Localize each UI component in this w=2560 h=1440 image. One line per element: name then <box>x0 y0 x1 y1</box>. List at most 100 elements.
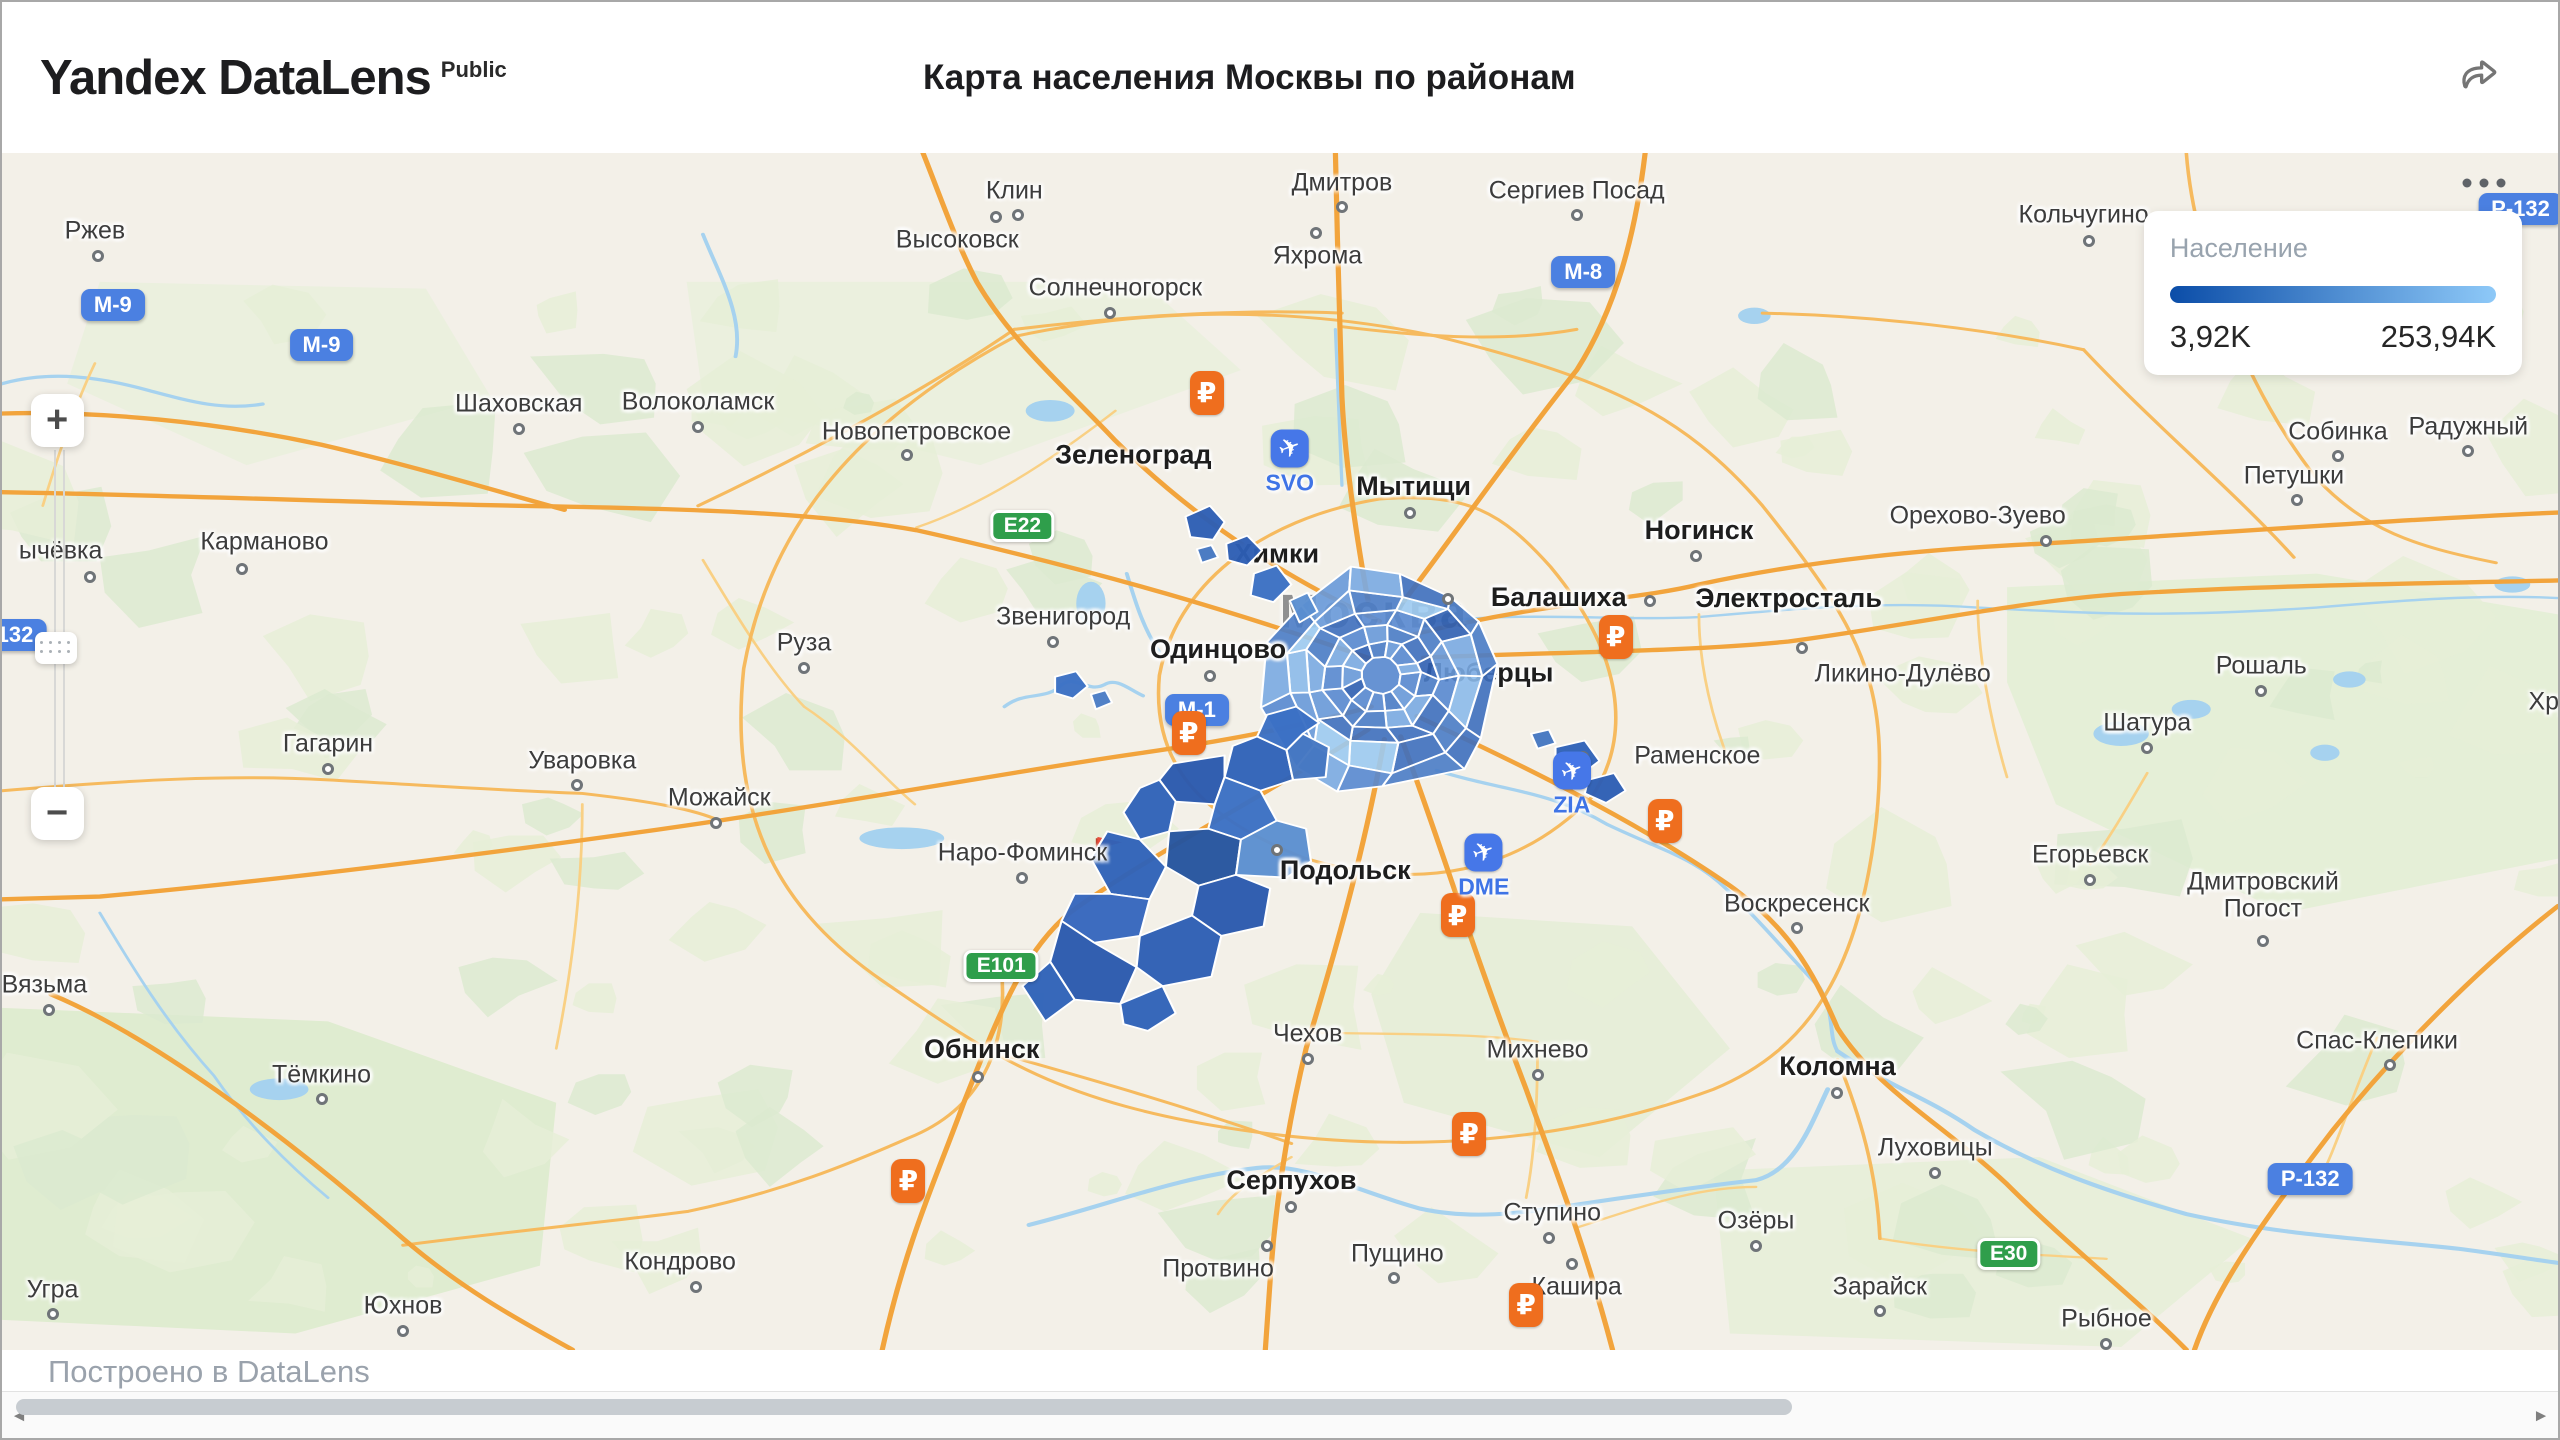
city-label: Луховицы <box>1878 1134 1993 1162</box>
toll-road-icon: ₽ <box>1190 371 1224 415</box>
city-label: Дмитров <box>1292 169 1393 197</box>
city-label: Воскресенск <box>1724 890 1869 918</box>
road-sign-blue: М-8 <box>1551 256 1615 288</box>
district-polygon[interactable] <box>1531 730 1555 749</box>
city-label: Сергиев Посад <box>1489 177 1665 205</box>
built-in-datalens-label: Построено в DataLens <box>48 1354 370 1390</box>
plane-icon: ✈ <box>1553 752 1591 790</box>
city-label: Мытищи <box>1356 472 1471 502</box>
city-dot <box>972 1071 984 1083</box>
city-dot <box>1566 1258 1578 1270</box>
city-dot <box>1796 642 1808 654</box>
legend-card: Население 3,92K 253,94K <box>2144 211 2522 375</box>
city-dot <box>1690 550 1702 562</box>
zoom-out-button[interactable]: − <box>31 787 84 840</box>
district-polygon[interactable] <box>1364 625 1387 645</box>
city-dot <box>2141 742 2153 754</box>
district-polygon[interactable] <box>1251 566 1292 603</box>
city-dot <box>1016 872 1028 884</box>
city-label: Серпухов <box>1226 1166 1356 1196</box>
city-label: Звенигород <box>996 604 1130 632</box>
toll-road-icon: ₽ <box>1509 1283 1543 1327</box>
city-label: Чехов <box>1273 1020 1342 1048</box>
city-dot <box>1644 595 1656 607</box>
road-sign-blue: М-9 <box>290 329 354 361</box>
city-label: Дмитровский Погост <box>2187 868 2339 923</box>
airport-SVO: ✈SVO <box>1265 429 1314 496</box>
city-dot <box>1302 1053 1314 1065</box>
city-dot <box>84 571 96 583</box>
city-label: Обнинск <box>924 1036 1039 1066</box>
city-label: Карманово <box>200 529 328 557</box>
zoom-in-button[interactable]: + <box>31 394 84 447</box>
district-polygon[interactable] <box>1585 773 1626 803</box>
legend-title: Население <box>2170 233 2496 264</box>
city-label: Тёмкино <box>272 1061 371 1089</box>
city-dot <box>1047 636 1059 648</box>
city-dot <box>710 817 722 829</box>
zoom-slider-track[interactable] <box>54 450 65 792</box>
city-label: Радужный <box>2409 413 2529 441</box>
city-dot <box>1874 1305 1886 1317</box>
city-label: Раменское <box>1634 742 1760 770</box>
share-button[interactable] <box>2451 50 2507 106</box>
app-header: Yandex DataLensPublic Карта населения Мо… <box>2 2 2558 153</box>
city-label: Высоковск <box>896 226 1019 254</box>
road-sign-green: Е101 <box>964 950 1039 982</box>
city-label: Шаховская <box>455 390 582 418</box>
map-options-menu-icon[interactable] <box>2462 178 2505 187</box>
district-polygon[interactable] <box>1185 506 1224 540</box>
city-label: Орехово-Зуево <box>1890 503 2066 531</box>
city-label: Хру <box>2528 688 2558 716</box>
city-dot <box>690 1281 702 1293</box>
city-label: Рыбное <box>2061 1305 2152 1333</box>
city-label: Ступино <box>1503 1200 1601 1228</box>
scroll-right-arrow[interactable]: ► <box>2526 1392 2556 1439</box>
city-label: Одинцово <box>1150 635 1286 665</box>
city-dot <box>692 421 704 433</box>
footer: Построено в DataLens <box>2 1350 2558 1392</box>
legend-max-value: 253,94K <box>2381 319 2497 355</box>
city-dot <box>513 423 525 435</box>
yandex-datalens-logo[interactable]: Yandex DataLensPublic <box>40 50 507 106</box>
city-dot <box>1791 922 1803 934</box>
city-dot <box>1831 1087 1843 1099</box>
city-label: Электросталь <box>1695 585 1882 615</box>
city-label: Ногинск <box>1645 516 1754 546</box>
city-dot <box>397 1325 409 1337</box>
city-dot <box>1442 593 1454 605</box>
district-polygon[interactable] <box>1226 536 1262 566</box>
city-label: Кашира <box>1532 1273 1622 1301</box>
city-label: Протвино <box>1162 1255 1274 1283</box>
airport-DME: ✈DME <box>1458 833 1509 900</box>
district-polygon[interactable] <box>1197 545 1218 563</box>
toll-road-icon: ₽ <box>891 1159 925 1203</box>
city-dot <box>236 563 248 575</box>
plane-icon: ✈ <box>1465 833 1503 871</box>
city-label: Подольск <box>1280 857 1411 887</box>
city-label: Ликино-Дулёво <box>1815 661 1991 689</box>
city-dot <box>1271 844 1283 856</box>
airport-code-label: SVO <box>1265 469 1314 496</box>
airport-code-label: DME <box>1458 873 1509 900</box>
city-dot <box>2332 450 2344 462</box>
city-label: Ржев <box>65 218 126 246</box>
district-polygon[interactable] <box>1137 916 1222 987</box>
city-dot <box>1285 1201 1297 1213</box>
city-label: Рошаль <box>2216 652 2307 680</box>
scrollbar-thumb[interactable] <box>16 1399 1792 1415</box>
district-polygon[interactable] <box>1120 986 1175 1031</box>
city-label: Кольчугино <box>2019 201 2149 229</box>
airport-ZIA: ✈ZIA <box>1553 752 1591 819</box>
city-dot <box>92 250 104 262</box>
city-dot <box>1310 227 1322 239</box>
city-dot <box>1388 1272 1400 1284</box>
horizontal-scrollbar[interactable]: ◄ ► <box>2 1391 2558 1439</box>
zoom-slider-handle[interactable] <box>35 632 77 664</box>
district-polygon[interactable] <box>1091 691 1112 710</box>
city-label: Юхнов <box>364 1292 443 1320</box>
city-dot <box>322 763 334 775</box>
city-label: Клин <box>986 177 1043 205</box>
city-label: Собинка <box>2288 418 2387 446</box>
district-polygon[interactable] <box>1055 672 1088 699</box>
